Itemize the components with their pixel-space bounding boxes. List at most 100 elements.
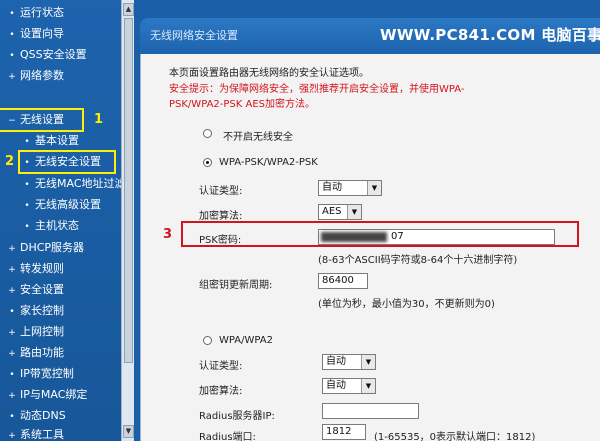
bullet-icon: • xyxy=(9,9,15,19)
sidebar-item-label: 基本设置 xyxy=(35,134,79,147)
sidebar-item-label: 安全设置 xyxy=(20,283,64,296)
settings-panel: 本页面设置路由器无线网络的安全认证选项。 安全提示：为保障网络安全，强烈推荐开启… xyxy=(140,54,600,441)
sidebar-item-advanced[interactable]: • 无线高级设置 xyxy=(0,195,101,215)
radio-wpa-psk-label: WPA-PSK/WPA2-PSK xyxy=(219,157,318,168)
annotation-2: 2 xyxy=(5,154,15,169)
sidebar-item-parental[interactable]: • 家长控制 xyxy=(0,301,64,321)
radius-ip-label: Radius服务器IP: xyxy=(199,411,275,422)
sidebar-item-label: 设置向导 xyxy=(20,27,64,40)
annotation-1: 1 xyxy=(94,112,104,127)
sidebar-item-status[interactable]: • 运行状态 xyxy=(0,3,64,23)
bullet-icon: • xyxy=(9,51,15,61)
sidebar-item-label: 无线设置 xyxy=(20,113,64,126)
sidebar-item-host-status[interactable]: • 主机状态 xyxy=(0,216,79,236)
wpa-enc-select[interactable]: 自动 ▼ xyxy=(322,378,376,394)
radio-no-security[interactable] xyxy=(203,129,212,138)
sidebar-item-wireless-security[interactable]: • 无线安全设置 xyxy=(18,150,116,174)
sidebar-item-label: 家长控制 xyxy=(20,304,64,317)
sidebar-item-bandwidth[interactable]: • IP带宽控制 xyxy=(0,364,74,384)
bullet-icon: • xyxy=(24,201,30,211)
bullet-icon: • xyxy=(9,370,15,380)
select-value: 自动 xyxy=(326,356,346,367)
sidebar-item-label: 无线高级设置 xyxy=(35,198,101,211)
wpa-psk-enc-select[interactable]: AES ▼ xyxy=(318,204,362,220)
group-key-renew-input[interactable]: 86400 xyxy=(318,273,368,289)
collapse-icon: − xyxy=(8,116,16,126)
radius-port-value: 1812 xyxy=(326,426,352,437)
sidebar-item-setup-wizard[interactable]: • 设置向导 xyxy=(0,24,64,44)
sidebar-item-label: DHCP服务器 xyxy=(20,241,85,254)
sidebar-item-label: 主机状态 xyxy=(35,219,79,232)
sidebar-item-network[interactable]: + 网络参数 xyxy=(0,66,64,86)
annotation-3: 3 xyxy=(163,227,173,242)
bullet-icon: • xyxy=(9,307,15,317)
scroll-up-icon[interactable]: ▲ xyxy=(123,3,134,16)
sidebar-item-basic[interactable]: • 基本设置 xyxy=(0,131,79,151)
wpa-psk-auth-select[interactable]: 自动 ▼ xyxy=(318,180,382,196)
expand-icon: + xyxy=(8,72,16,82)
select-value: AES xyxy=(322,206,342,217)
sidebar-item-ddns[interactable]: • 动态DNS xyxy=(0,406,65,426)
bullet-icon: • xyxy=(24,180,30,190)
chevron-down-icon: ▼ xyxy=(367,181,381,195)
psk-highlight-box xyxy=(181,221,579,247)
bullet-icon: • xyxy=(24,158,30,168)
bullet-icon: • xyxy=(9,30,15,40)
sidebar-item-forwarding[interactable]: + 转发规则 xyxy=(0,259,64,279)
wpa-auth-label: 认证类型: xyxy=(199,361,243,372)
wpa-enc-label: 加密算法: xyxy=(199,386,243,397)
radio-wpa[interactable] xyxy=(203,336,212,345)
sidebar-item-wireless[interactable]: − 无线设置 xyxy=(0,108,84,132)
group-key-renew-label: 组密钥更新周期: xyxy=(199,280,273,291)
radius-ip-input[interactable] xyxy=(322,403,419,419)
radius-port-label: Radius端口: xyxy=(199,432,256,441)
sidebar-item-label: 无线安全设置 xyxy=(35,155,101,168)
scrollbar-thumb[interactable] xyxy=(124,18,133,363)
intro-text: 本页面设置路由器无线网络的安全认证选项。 xyxy=(169,68,369,79)
radio-no-security-label: 不开启无线安全 xyxy=(223,132,293,143)
sidebar-item-label: 路由功能 xyxy=(20,346,64,359)
expand-icon: + xyxy=(8,286,16,296)
panel-header: 无线网络安全设置 WWW.PC841.COM 电脑百事网 xyxy=(140,18,600,54)
sidebar-item-dhcp[interactable]: + DHCP服务器 xyxy=(0,238,84,258)
wpa-auth-select[interactable]: 自动 ▼ xyxy=(322,354,376,370)
expand-icon: + xyxy=(8,391,16,401)
sidebar-item-access-control[interactable]: + 上网控制 xyxy=(0,322,64,342)
bullet-icon: • xyxy=(24,137,30,147)
sidebar-item-system-tools[interactable]: + 系统工具 xyxy=(0,425,64,441)
router-admin-window: • 运行状态 • 设置向导 • QSS安全设置 + 网络参数 − 无线设置 • 基本设置 •… xyxy=(0,0,600,441)
expand-icon: + xyxy=(8,265,16,275)
select-value: 自动 xyxy=(322,182,342,193)
watermark: WWW.PC841.COM 电脑百事网 xyxy=(380,26,600,44)
expand-icon: + xyxy=(8,328,16,338)
chevron-down-icon: ▼ xyxy=(347,205,361,219)
wpa-psk-enc-label: 加密算法: xyxy=(199,211,243,222)
sidebar-item-mac-filter[interactable]: • 无线MAC地址过滤 xyxy=(0,174,126,194)
sidebar-item-label: 转发规则 xyxy=(20,262,64,275)
radius-port-input[interactable]: 1812 xyxy=(322,424,366,440)
sidebar-item-label: 系统工具 xyxy=(20,428,64,441)
radio-wpa-label: WPA/WPA2 xyxy=(219,335,273,346)
sidebar-item-routing[interactable]: + 路由功能 xyxy=(0,343,64,363)
sidebar-scrollbar[interactable]: ▲ ▼ xyxy=(121,0,134,441)
sidebar-item-security[interactable]: + 安全设置 xyxy=(0,280,64,300)
wpa-psk-auth-label: 认证类型: xyxy=(199,186,243,197)
radio-wpa-psk[interactable] xyxy=(203,158,212,167)
sidebar-item-qss[interactable]: • QSS安全设置 xyxy=(0,45,87,65)
security-tip-line1: 安全提示：为保障网络安全，强烈推荐开启安全设置，并使用WPA- xyxy=(169,84,465,95)
sidebar-item-label: 无线MAC地址过滤 xyxy=(35,177,126,190)
sidebar-item-ip-mac-binding[interactable]: + IP与MAC绑定 xyxy=(0,385,87,405)
radius-port-hint: (1-65535，0表示默认端口：1812) xyxy=(374,432,536,441)
sidebar-item-label: IP与MAC绑定 xyxy=(20,388,88,401)
select-value: 自动 xyxy=(326,380,346,391)
sidebar-item-label: 运行状态 xyxy=(20,6,64,19)
chevron-down-icon: ▼ xyxy=(361,355,375,369)
sidebar-item-label: QSS安全设置 xyxy=(20,48,87,61)
psk-password-hint: (8-63个ASCII码字符或8-64个十六进制字符) xyxy=(318,255,518,266)
expand-icon: + xyxy=(8,431,16,441)
scroll-down-icon[interactable]: ▼ xyxy=(123,425,134,438)
sidebar-menu: • 运行状态 • 设置向导 • QSS安全设置 + 网络参数 − 无线设置 • 基本设置 •… xyxy=(0,0,126,441)
group-key-renew-value: 86400 xyxy=(322,275,354,286)
sidebar-item-label: IP带宽控制 xyxy=(20,367,74,380)
chevron-down-icon: ▼ xyxy=(361,379,375,393)
